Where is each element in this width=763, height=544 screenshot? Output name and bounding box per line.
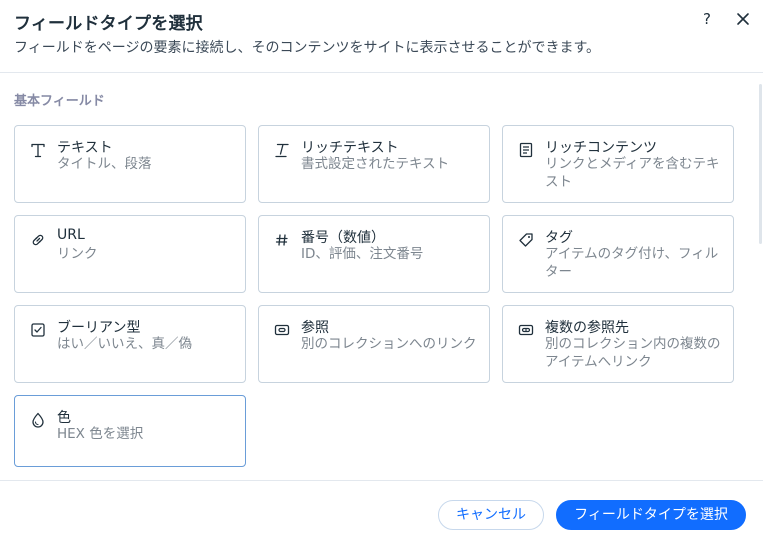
card-title: テキスト [57,140,113,156]
help-icon: ? [703,10,711,28]
document-icon [517,141,535,159]
section-label-basic-fields: 基本フィールド [14,94,105,109]
card-description: ID、評価、注文番号 [301,246,424,262]
card-title: リッチコンテンツ [545,140,657,156]
card-title: 複数の参照先 [545,320,629,336]
checkbox-icon [29,321,47,339]
dialog-title: フィールドタイプを選択 [14,14,203,34]
text-icon [29,141,47,159]
field-card-multi-reference[interactable]: 複数の参照先 別のコレクション内の複数のアイテムへリンク [502,305,734,383]
footer-divider [0,480,763,481]
card-title: タグ [545,230,573,246]
hash-icon [273,231,291,249]
card-description: HEX 色を選択 [57,426,144,442]
reference-icon [273,321,291,339]
field-card-rich-text[interactable]: リッチテキスト 書式設定されたテキスト [258,125,490,203]
cancel-button[interactable]: キャンセル [438,500,544,530]
tag-icon [517,231,535,249]
help-button[interactable]: ? [697,9,717,29]
field-card-text[interactable]: テキスト タイトル、段落 [14,125,246,203]
card-description: タイトル、段落 [57,156,152,172]
scrollbar[interactable] [759,84,762,244]
card-title: 色 [57,410,71,426]
header-divider [0,72,763,73]
multi-reference-icon [517,321,535,339]
rich-text-icon [273,141,291,159]
field-card-url[interactable]: URL リンク [14,215,246,293]
field-card-tags[interactable]: タグ アイテムのタグ付け、フィルター [502,215,734,293]
card-description: はい／いいえ、真／偽 [57,336,192,352]
close-button[interactable] [733,9,753,29]
link-icon [29,231,47,249]
card-title: ブーリアン型 [57,320,141,336]
field-card-color[interactable]: 色 HEX 色を選択 [14,395,246,467]
field-type-dialog: フィールドタイプを選択 フィールドをページの要素に接続し、そのコンテンツをサイト… [0,0,763,544]
card-description: 別のコレクション内の複数のアイテムへリンク [545,336,721,370]
card-description: リンク [57,246,98,262]
card-description: アイテムのタグ付け、フィルター [545,246,719,280]
card-title: URL [57,227,85,243]
field-card-reference[interactable]: 参照 別のコレクションへのリンク [258,305,490,383]
close-icon [737,13,749,25]
dialog-subtitle: フィールドをページの要素に接続し、そのコンテンツをサイトに表示させることができま… [14,40,601,56]
card-description: リンクとメディアを含むテキスト [545,156,720,190]
card-description: 書式設定されたテキスト [301,156,450,172]
field-card-number[interactable]: 番号（数値） ID、評価、注文番号 [258,215,490,293]
card-title: 参照 [301,320,329,336]
card-title: リッチテキスト [301,140,399,156]
field-card-rich-content[interactable]: リッチコンテンツ リンクとメディアを含むテキスト [502,125,734,203]
card-title: 番号（数値） [301,230,385,246]
color-drop-icon [29,411,47,429]
card-description: 別のコレクションへのリンク [301,336,477,352]
select-field-type-button[interactable]: フィールドタイプを選択 [556,500,746,530]
field-card-boolean[interactable]: ブーリアン型 はい／いいえ、真／偽 [14,305,246,383]
